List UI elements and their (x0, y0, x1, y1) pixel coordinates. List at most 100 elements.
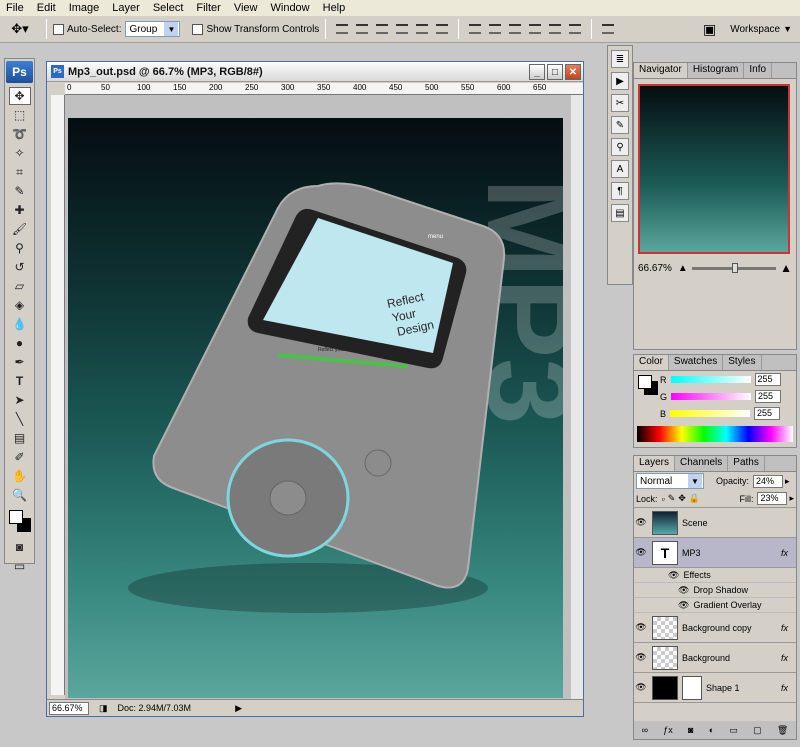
effect-eye-icon[interactable]: 👁 (678, 600, 689, 611)
quick-mask-icon[interactable]: ◙ (9, 538, 31, 556)
menu-select[interactable]: Select (153, 2, 184, 14)
layer-background[interactable]: 👁 Background fx (634, 643, 796, 673)
healing-brush-tool-icon[interactable]: ✚ (9, 201, 31, 219)
hand-tool-icon[interactable]: ✋ (9, 467, 31, 485)
layer-mp3[interactable]: 👁 T MP3 fx (634, 538, 796, 568)
new-group-icon[interactable]: ▭ (729, 725, 738, 736)
path-selection-tool-icon[interactable]: ➤ (9, 391, 31, 409)
navigator-zoom-slider[interactable] (691, 262, 777, 273)
color-swatches[interactable] (7, 508, 33, 534)
notes-tool-icon[interactable]: ▤ (9, 429, 31, 447)
adjustment-layer-icon[interactable]: ◐ (709, 725, 714, 735)
character-panel-icon[interactable]: A (611, 160, 629, 178)
layer-effects[interactable]: 👁 Effects (634, 568, 796, 583)
red-slider[interactable] (670, 376, 751, 383)
lock-all-icon[interactable]: 🔒 (689, 493, 700, 504)
menu-help[interactable]: Help (323, 2, 346, 14)
marquee-tool-icon[interactable]: ⬚ (9, 106, 31, 124)
foreground-color[interactable] (8, 510, 23, 524)
canvas-area[interactable]: MP3 Reflect Your Design menu RockStar Re… (65, 95, 571, 700)
type-tool-icon[interactable]: T (9, 372, 31, 390)
lock-position-icon[interactable]: ✥ (678, 493, 686, 504)
zoom-out-icon[interactable]: ▲ (678, 263, 688, 274)
crop-tool-icon[interactable]: ⌗ (9, 163, 31, 181)
tab-layers[interactable]: Layers (634, 456, 676, 471)
zoom-in-icon[interactable]: ▲ (780, 261, 792, 275)
layer-scene[interactable]: 👁 Scene (634, 508, 796, 538)
zoom-tool-icon[interactable]: 🔍 (9, 486, 31, 504)
doc-info-icon[interactable]: ◨ (99, 703, 108, 714)
eye-icon[interactable]: 👁 (634, 652, 648, 663)
add-style-icon[interactable]: ƒx (663, 725, 673, 735)
paragraph-panel-icon[interactable]: ¶ (611, 182, 629, 200)
eye-icon[interactable]: 👁 (634, 682, 648, 693)
layer-background-copy[interactable]: 👁 Background copy fx (634, 613, 796, 643)
tab-info[interactable]: Info (744, 63, 773, 78)
line-tool-icon[interactable]: ╲ (9, 410, 31, 428)
dodge-tool-icon[interactable]: ● (9, 334, 31, 352)
menu-layer[interactable]: Layer (112, 2, 140, 14)
fg-color-swatch[interactable] (638, 375, 652, 389)
link-layers-icon[interactable]: ∞ (642, 725, 648, 735)
zoom-field[interactable]: 66.67% (49, 701, 89, 715)
align-top-icon[interactable] (334, 21, 350, 37)
show-transform-checkbox[interactable] (192, 23, 204, 35)
fx-icon[interactable]: fx (781, 623, 788, 633)
blur-tool-icon[interactable]: 💧 (9, 315, 31, 333)
fx-icon[interactable]: fx (781, 548, 788, 558)
tool-presets-panel-icon[interactable]: ✂ (611, 94, 629, 112)
tab-channels[interactable]: Channels (675, 456, 729, 471)
eye-icon[interactable]: 👁 (634, 517, 648, 528)
distribute-left-icon[interactable] (527, 21, 543, 37)
auto-select-checkbox[interactable] (53, 23, 64, 35)
vertical-scrollbar[interactable] (571, 95, 583, 700)
menu-file[interactable]: File (6, 2, 24, 14)
menu-edit[interactable]: Edit (37, 2, 56, 14)
menu-view[interactable]: View (234, 2, 258, 14)
clone-source-panel-icon[interactable]: ⚲ (611, 138, 629, 156)
align-vcenter-icon[interactable] (354, 21, 370, 37)
magic-wand-tool-icon[interactable]: ✧ (9, 144, 31, 162)
brush-tool-icon[interactable]: 🖌 (9, 220, 31, 238)
fill-field[interactable]: 23% (757, 492, 788, 505)
layer-comps-panel-icon[interactable]: ▤ (611, 204, 629, 222)
document-titlebar[interactable]: Ps Mp3_out.psd @ 66.7% (MP3, RGB/8#) _ □… (47, 62, 583, 82)
maximize-button[interactable]: □ (547, 64, 563, 80)
paint-bucket-tool-icon[interactable]: ◈ (9, 296, 31, 314)
lock-image-icon[interactable]: ✎ (668, 493, 676, 504)
screen-mode-icon[interactable]: ▭ (9, 557, 31, 575)
actions-panel-icon[interactable]: ▶ (611, 72, 629, 90)
menu-window[interactable]: Window (271, 2, 310, 14)
clone-stamp-tool-icon[interactable]: ⚲ (9, 239, 31, 257)
navigator-zoom-value[interactable]: 66.67% (638, 263, 672, 274)
layer-drop-shadow[interactable]: 👁 Drop Shadow (634, 583, 796, 598)
close-button[interactable]: ✕ (565, 64, 581, 80)
minimize-button[interactable]: _ (529, 64, 545, 80)
tab-styles[interactable]: Styles (723, 355, 762, 370)
distribute-hcenter-icon[interactable] (547, 21, 563, 37)
green-slider[interactable] (671, 393, 752, 400)
blue-slider[interactable] (670, 410, 751, 417)
workspace-button[interactable]: Workspace (730, 24, 780, 35)
tab-navigator[interactable]: Navigator (634, 63, 688, 78)
tab-histogram[interactable]: Histogram (688, 63, 745, 78)
effects-eye-icon[interactable]: 👁 (668, 570, 679, 581)
effect-eye-icon[interactable]: 👁 (678, 585, 689, 596)
lasso-tool-icon[interactable]: ➰ (9, 125, 31, 143)
tab-color[interactable]: Color (634, 355, 669, 370)
auto-select-dropdown[interactable]: Group ▼ (125, 21, 181, 37)
distribute-top-icon[interactable] (467, 21, 483, 37)
slice-tool-icon[interactable]: ✎ (9, 182, 31, 200)
distribute-vcenter-icon[interactable] (487, 21, 503, 37)
red-value[interactable]: 255 (754, 373, 781, 386)
auto-align-icon[interactable] (600, 21, 616, 37)
distribute-bottom-icon[interactable] (507, 21, 523, 37)
eraser-tool-icon[interactable]: ▱ (9, 277, 31, 295)
pen-tool-icon[interactable]: ✒ (9, 353, 31, 371)
tab-paths[interactable]: Paths (728, 456, 765, 471)
blend-mode-dropdown[interactable]: Normal ▼ (636, 473, 704, 489)
move-tool-icon[interactable]: ✥ (8, 87, 31, 105)
blue-value[interactable]: 255 (754, 407, 781, 420)
navigator-preview[interactable] (638, 84, 790, 254)
new-layer-icon[interactable]: ▢ (753, 725, 762, 736)
